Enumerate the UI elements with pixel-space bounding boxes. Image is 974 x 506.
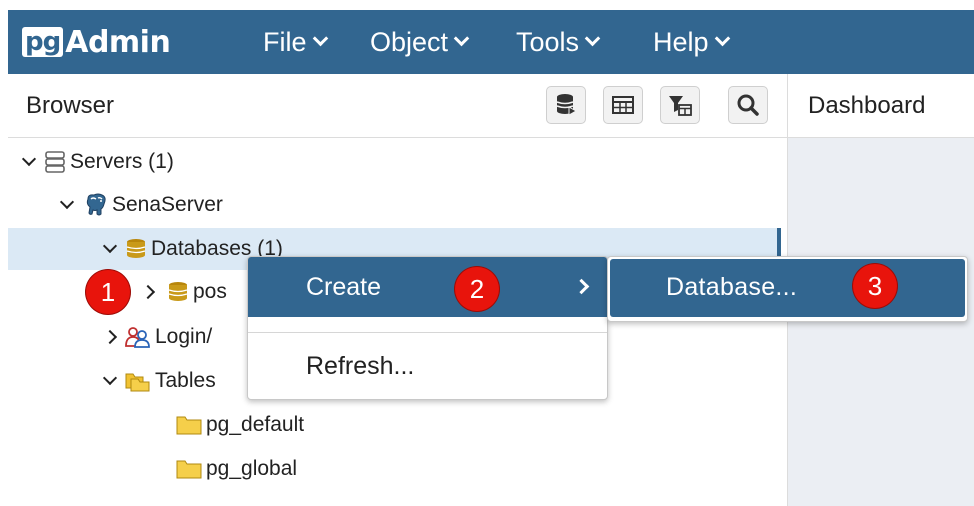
tree-label-server: SenaServer xyxy=(112,193,223,216)
menu-item-refresh[interactable]: Refresh... xyxy=(306,352,414,381)
menu-item-database-label: Database... xyxy=(666,273,798,301)
menu-file[interactable]: File xyxy=(263,24,328,60)
chevron-down-icon xyxy=(584,30,601,46)
servers-icon xyxy=(44,150,66,174)
tree-label-pg-default: pg_default xyxy=(206,413,305,436)
tree-item-login-roles[interactable]: Login/ xyxy=(102,317,213,357)
dashboard-pane xyxy=(787,138,974,506)
pgadmin-logo[interactable]: pg Admin xyxy=(22,24,171,60)
tree-item-database[interactable]: pos xyxy=(140,272,227,312)
query-tool-button[interactable] xyxy=(546,86,586,124)
step-callout-3: 3 xyxy=(853,264,897,308)
browser-title: Browser xyxy=(26,92,115,119)
step-callout-2: 2 xyxy=(455,267,499,311)
tree-item-server[interactable]: SenaServer xyxy=(59,185,223,225)
create-submenu: Database... xyxy=(607,256,968,322)
dashboard-tab-label: Dashboard xyxy=(808,92,926,119)
chevron-right-icon xyxy=(573,278,590,295)
left-border xyxy=(0,74,8,506)
logo-admin-text: Admin xyxy=(65,24,171,60)
database-icon xyxy=(167,281,189,303)
menu-item-create[interactable]: Create xyxy=(248,257,607,317)
chevron-down-icon xyxy=(453,30,470,46)
tree-item-pg-global[interactable]: pg_global xyxy=(176,449,297,489)
chevron-right-icon[interactable] xyxy=(102,329,118,345)
database-query-icon xyxy=(556,94,577,116)
postgres-elephant-icon xyxy=(84,193,108,217)
folder-icon xyxy=(176,458,202,480)
menu-divider xyxy=(248,332,607,333)
chevron-down-icon[interactable] xyxy=(102,238,118,254)
tree-item-tablespaces[interactable]: Tables xyxy=(102,361,216,401)
menu-help-label: Help xyxy=(653,26,709,57)
tree-label-servers: Servers (1) xyxy=(70,150,174,173)
folder-icon xyxy=(176,414,202,436)
search-icon xyxy=(737,94,759,116)
menu-tools-label: Tools xyxy=(516,26,580,57)
chevron-down-icon xyxy=(714,30,730,46)
chevron-down-icon[interactable] xyxy=(21,151,37,167)
logo-pg-text: pg xyxy=(22,27,64,57)
filtered-rows-button[interactable] xyxy=(660,86,700,124)
context-menu: Create Refresh... xyxy=(247,256,608,400)
tablespaces-icon xyxy=(125,370,151,392)
view-data-button[interactable] xyxy=(603,86,643,124)
tree-label-login-roles: Login/ xyxy=(155,325,213,348)
chevron-down-icon xyxy=(312,30,328,46)
menu-item-database[interactable]: Database... xyxy=(610,259,965,317)
tree-item-pg-default[interactable]: pg_default xyxy=(176,405,304,445)
databases-icon xyxy=(125,238,147,260)
search-objects-button[interactable] xyxy=(728,86,768,124)
chevron-down-icon[interactable] xyxy=(59,194,75,210)
menu-help[interactable]: Help xyxy=(653,24,730,60)
main-navbar: pg Admin File Object Tools Help xyxy=(8,10,974,74)
menu-file-label: File xyxy=(263,26,307,57)
browser-panel-header: Browser xyxy=(8,74,787,138)
menu-item-create-label: Create xyxy=(306,273,382,301)
menu-object-label: Object xyxy=(370,26,449,57)
menu-tools[interactable]: Tools xyxy=(516,24,601,60)
login-roles-icon xyxy=(125,326,151,348)
menu-object[interactable]: Object xyxy=(370,24,470,60)
tab-dashboard[interactable]: Dashboard xyxy=(787,74,974,138)
tree-label-pg-global: pg_global xyxy=(206,457,298,480)
chevron-right-icon[interactable] xyxy=(140,284,156,300)
table-grid-icon xyxy=(612,96,634,114)
chevron-down-icon[interactable] xyxy=(102,370,118,386)
tree-label-database: pos xyxy=(193,280,227,303)
tree-item-servers[interactable]: Servers (1) xyxy=(21,142,174,182)
tree-label-tablespaces: Tables xyxy=(155,369,216,392)
filtered-table-icon xyxy=(669,96,692,116)
step-callout-1: 1 xyxy=(86,270,130,314)
